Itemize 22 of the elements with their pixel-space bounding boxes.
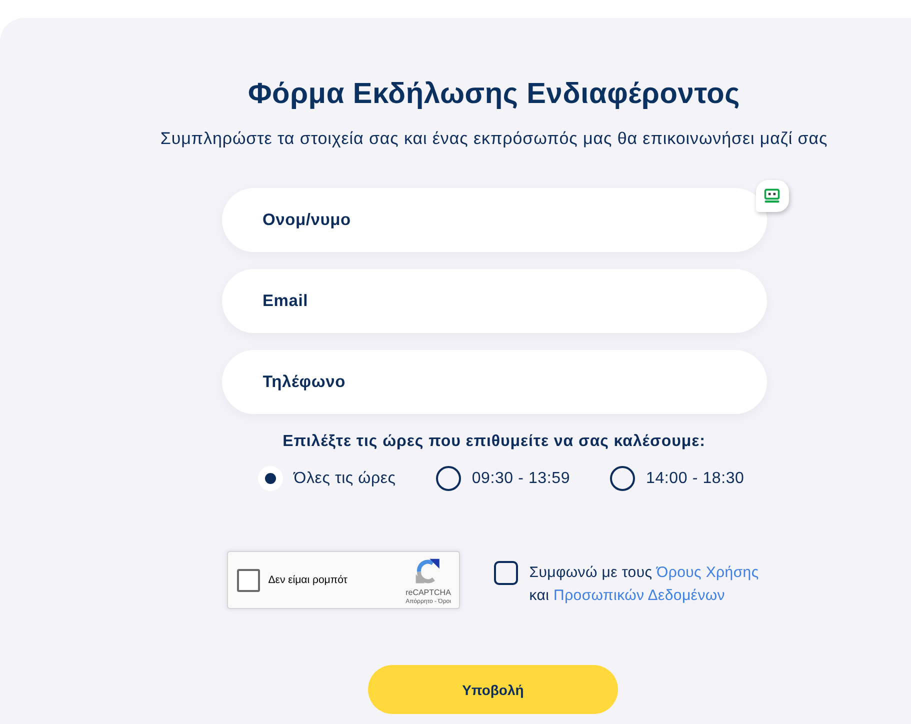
form-title: Φόρμα Εκδήλωσης Ενδιαφέροντος <box>248 77 740 112</box>
radio-button[interactable] <box>258 466 283 491</box>
terms-link[interactable]: Όρους Χρήσης <box>656 564 759 581</box>
consent-checkbox[interactable] <box>494 561 518 585</box>
radio-label[interactable]: 09:30 - 13:59 <box>472 468 570 488</box>
input-field[interactable]: Ονομ/νυμο <box>222 188 766 252</box>
form-subtitle: Συμπληρώστε τα στοιχεία σας και ένας εκπρόσωπός μας θα επικοινωνήσει μαζί σας <box>160 129 828 149</box>
radio-label[interactable]: 14:00 - 18:30 <box>646 468 744 488</box>
terms-link[interactable]: Προσωπικών Δεδομένων <box>554 587 726 604</box>
input-field[interactable]: Τηλέφωνο <box>222 350 766 414</box>
radio-label[interactable]: Όλες τις ώρες <box>294 468 396 488</box>
input-field[interactable]: Email <box>222 269 766 333</box>
radio-button[interactable] <box>436 466 461 491</box>
submit-button[interactable]: Υποβολή <box>368 665 618 714</box>
robot-face-icon[interactable] <box>756 180 788 212</box>
radio-button[interactable] <box>610 466 636 491</box>
recaptcha-logo-icon <box>415 558 442 584</box>
call-times-label: Επιλέξτε τις ώρες που επιθυμείτε να σας καλέσουμε: <box>282 432 706 452</box>
consent-text: Συμφωνώ με τους Όρους Χρήσης και Προσωπικών Δεδομένων <box>529 563 759 606</box>
captcha-label: Δεν είμαι ρομπότ <box>268 574 348 586</box>
captcha-checkbox[interactable] <box>237 568 260 592</box>
recaptcha-brand: reCAPTCHA <box>406 588 451 598</box>
